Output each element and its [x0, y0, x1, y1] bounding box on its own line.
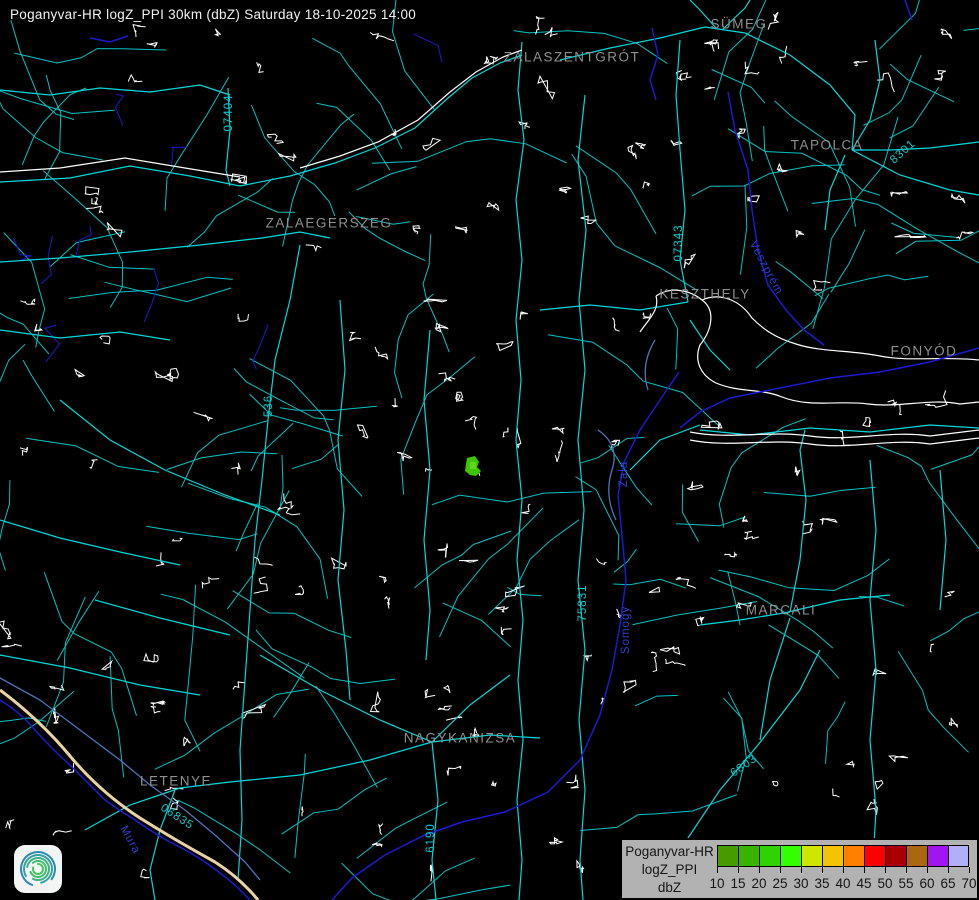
city-label: TAPOLCA	[791, 138, 864, 153]
city-label: LETENYE	[140, 774, 212, 789]
radar-map-canvas	[0, 0, 979, 900]
legend-tick	[738, 867, 739, 873]
legend-color-swatch	[717, 845, 738, 867]
secondary-border-lines	[0, 340, 655, 880]
legend-tick	[906, 867, 907, 873]
major-road-network	[0, 0, 979, 900]
legend-tick-value: 40	[835, 876, 850, 891]
legend-tick-value: 15	[730, 876, 745, 891]
road-number-label: 536	[263, 395, 275, 417]
legend-color-swatch	[738, 845, 759, 867]
legend-tick	[948, 867, 949, 873]
city-label: MARCALI	[746, 603, 817, 618]
legend-tick	[864, 867, 865, 873]
legend-tick	[822, 867, 823, 873]
city-label: ZALASZENTGRÓT	[504, 50, 641, 65]
legend-tick-value: 65	[940, 876, 955, 891]
legend-tick	[759, 867, 760, 873]
city-label: FONYÓD	[891, 344, 958, 359]
hungaromet-spiral-logo	[14, 845, 62, 893]
legend-tick-value: 60	[919, 876, 934, 891]
legend-color-swatch	[759, 845, 780, 867]
map-title: Poganyvar-HR logZ_PPI 30km (dbZ) Saturda…	[10, 7, 416, 22]
railway-and-shoreline	[0, 50, 979, 446]
city-label: SÜMEG	[710, 17, 767, 32]
minor-streams	[13, 34, 441, 369]
legend-color-swatch	[885, 845, 906, 867]
legend-color-swatch	[780, 845, 801, 867]
legend-unit-label: dbZ	[622, 879, 717, 897]
legend-color-swatch	[948, 845, 969, 867]
legend-tick	[717, 867, 718, 873]
legend-color-swatch	[843, 845, 864, 867]
legend-color-swatch	[864, 845, 885, 867]
legend-tick-value: 20	[751, 876, 766, 891]
legend-tick-value: 45	[856, 876, 871, 891]
water-border-label: Somogy	[620, 606, 632, 654]
legend-tick	[801, 867, 802, 873]
city-label: NAGYKANIZSA	[404, 731, 517, 746]
road-number-label: 75831	[577, 585, 589, 622]
legend-color-scale	[717, 845, 969, 867]
radar-echo-cell	[465, 456, 481, 476]
legend-tick	[843, 867, 844, 873]
legend-color-swatch	[927, 845, 948, 867]
spiral-logo-glyph	[17, 848, 59, 890]
legend-color-swatch	[822, 845, 843, 867]
legend-tick-value: 50	[877, 876, 892, 891]
road-number-label: 07343	[673, 225, 685, 262]
city-label: KESZTHELY	[659, 287, 750, 302]
road-number-label: 07404	[223, 95, 235, 132]
legend-text-block: Poganyvar-HR logZ_PPI dbZ	[622, 843, 717, 897]
city-label: ZALAEGERSZEG	[266, 216, 393, 231]
legend-tick-value: 35	[814, 876, 829, 891]
legend-station-name: Poganyvar-HR	[622, 843, 717, 861]
minor-road-network	[0, 0, 979, 900]
rivers-and-county-borders	[0, 0, 979, 900]
legend-tick-value: 10	[709, 876, 724, 891]
legend-tick-value: 30	[793, 876, 808, 891]
legend-tick-value: 25	[772, 876, 787, 891]
legend-color-swatch	[906, 845, 927, 867]
legend-tick	[885, 867, 886, 873]
legend-product-name: logZ_PPI	[622, 861, 717, 879]
legend-tick	[780, 867, 781, 873]
radar-map-viewport: Poganyvar-HR logZ_PPI 30km (dbZ) Saturda…	[0, 0, 979, 900]
legend-tick	[969, 867, 970, 873]
reflectivity-legend: Poganyvar-HR logZ_PPI dbZ 10 15 20 25 30 35 40…	[620, 838, 979, 900]
road-number-label: 6190	[425, 823, 437, 853]
water-border-label: Zala	[618, 461, 630, 487]
legend-tick	[927, 867, 928, 873]
legend-color-swatch	[801, 845, 822, 867]
legend-tick-value: 55	[898, 876, 913, 891]
legend-tick-value: 70	[961, 876, 976, 891]
